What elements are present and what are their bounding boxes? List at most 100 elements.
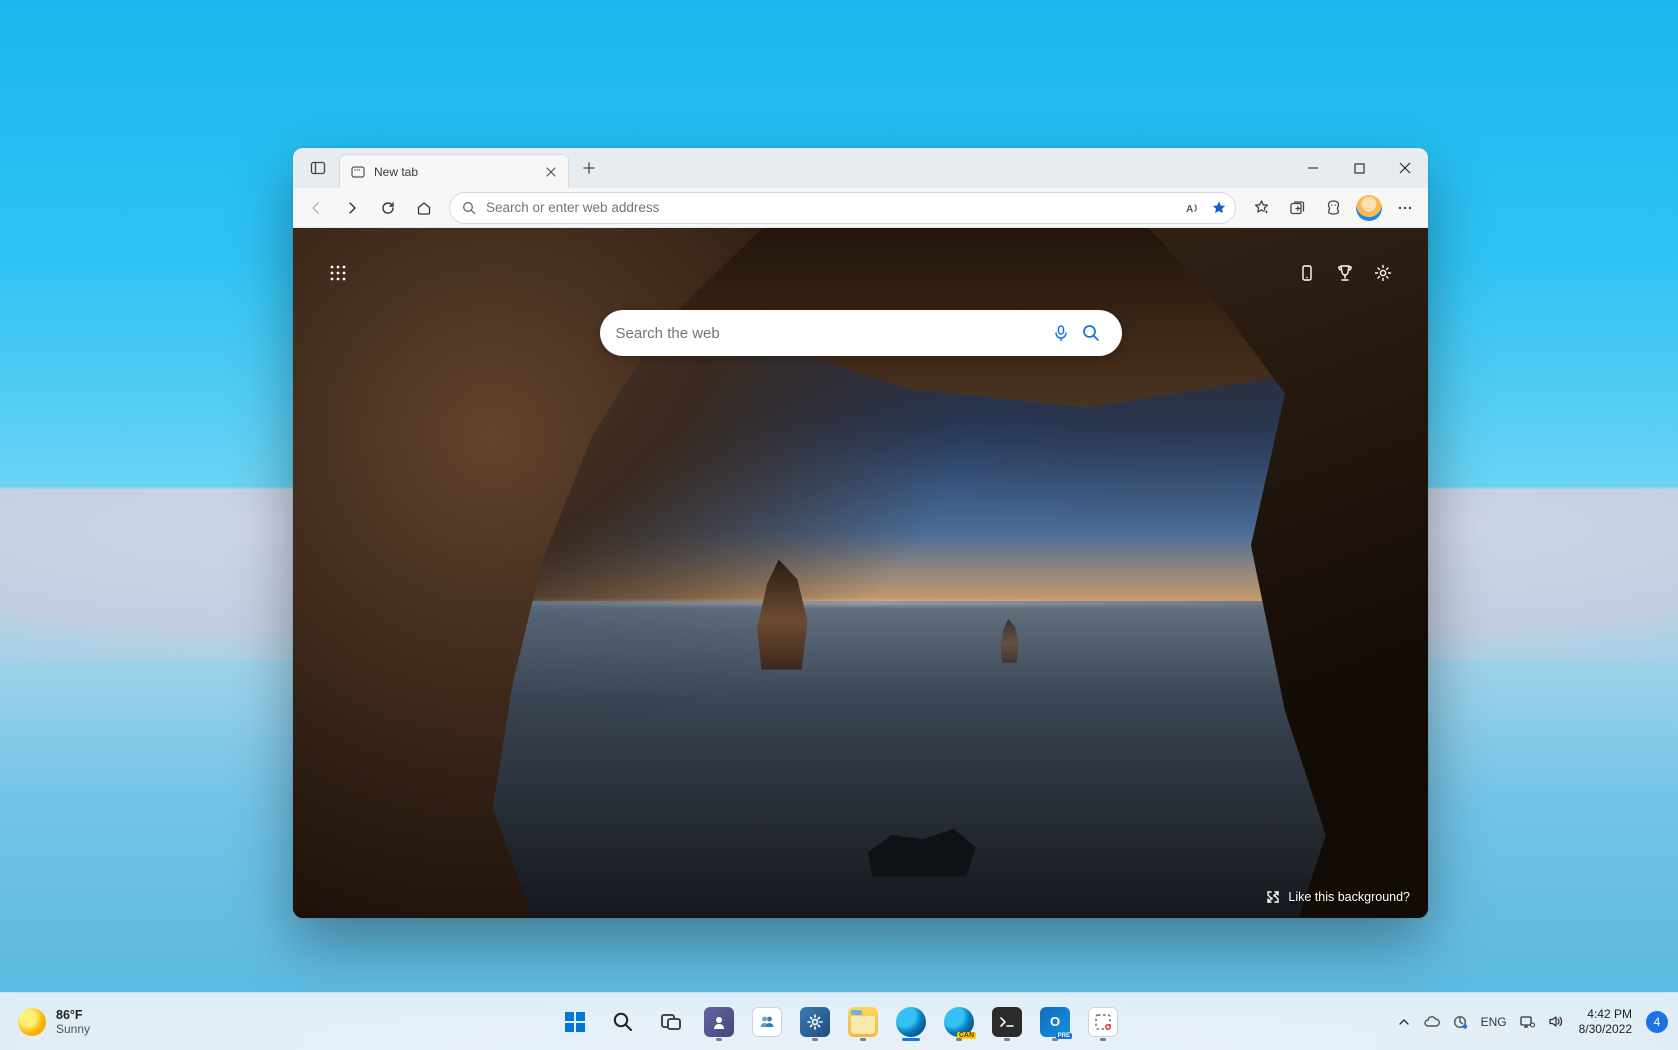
- collections-button[interactable]: [1280, 192, 1314, 224]
- taskbar-app-chat[interactable]: [746, 1001, 788, 1043]
- close-window-button[interactable]: [1382, 148, 1428, 188]
- taskbar-app-snipping-tool[interactable]: [1082, 1001, 1124, 1043]
- rewards-button[interactable]: [1326, 254, 1364, 292]
- like-background-button[interactable]: Like this background?: [1266, 890, 1410, 904]
- maximize-icon: [1354, 163, 1365, 174]
- terminal-icon: [992, 1007, 1022, 1037]
- edge-browser-window: New tab A: [293, 148, 1428, 918]
- new-tab-button[interactable]: [573, 152, 605, 184]
- read-aloud-icon: A: [1185, 200, 1201, 216]
- page-settings-button[interactable]: [1364, 254, 1402, 292]
- taskbar-center: CAN OPRE: [554, 1001, 1124, 1043]
- browser-toolbar: A: [293, 188, 1428, 228]
- mobile-icon: [1298, 264, 1316, 282]
- gear-icon: [1373, 263, 1393, 283]
- mobile-button[interactable]: [1288, 254, 1326, 292]
- svg-text:A: A: [1186, 204, 1193, 215]
- read-aloud-button[interactable]: A: [1185, 200, 1201, 216]
- task-view-button[interactable]: [650, 1001, 692, 1043]
- weather-temperature: 86°F: [56, 1008, 90, 1022]
- star-plus-icon: [1253, 199, 1270, 216]
- browser-tab[interactable]: New tab: [339, 154, 569, 188]
- minimize-icon: [1307, 162, 1319, 174]
- new-tab-page: Like this background?: [293, 228, 1428, 918]
- tab-actions-icon: [310, 160, 326, 176]
- clock-date: 8/30/2022: [1579, 1022, 1632, 1036]
- search-button[interactable]: [602, 1001, 644, 1043]
- tab-favicon-icon: [350, 164, 366, 180]
- back-button: [299, 192, 333, 224]
- refresh-button[interactable]: [371, 192, 405, 224]
- start-button[interactable]: [554, 1001, 596, 1043]
- network-icon: [1519, 1013, 1536, 1030]
- window-controls: [1290, 148, 1428, 188]
- notification-center-button[interactable]: 4: [1646, 1011, 1668, 1033]
- browser-essentials-button[interactable]: [1316, 192, 1350, 224]
- app-launcher-button[interactable]: [319, 254, 357, 292]
- plus-icon: [582, 161, 596, 175]
- ntp-search-box[interactable]: [600, 310, 1122, 356]
- browser-essentials-icon: [1325, 199, 1342, 216]
- search-submit-button[interactable]: [1076, 323, 1106, 343]
- favorites-button[interactable]: [1244, 192, 1278, 224]
- chat-icon: [752, 1007, 782, 1037]
- ntp-topbar: [319, 254, 1402, 292]
- close-icon: [1399, 162, 1411, 174]
- taskbar-app-teams[interactable]: [698, 1001, 740, 1043]
- weather-condition: Sunny: [56, 1022, 90, 1036]
- tray-volume[interactable]: [1543, 1001, 1569, 1043]
- language-indicator[interactable]: ENG: [1475, 1015, 1513, 1029]
- ntp-search-input[interactable]: [616, 325, 1046, 342]
- tab-close-button[interactable]: [542, 163, 560, 181]
- rewards-icon: [1335, 263, 1355, 283]
- more-horizontal-icon: [1397, 200, 1413, 216]
- settings-icon: [800, 1007, 830, 1037]
- system-tray: ENG 4:42 PM 8/30/2022 4: [1391, 1001, 1678, 1043]
- tray-overflow-button[interactable]: [1391, 1001, 1417, 1043]
- tab-title: New tab: [374, 165, 542, 179]
- tray-network[interactable]: [1515, 1001, 1541, 1043]
- taskbar-app-explorer[interactable]: [842, 1001, 884, 1043]
- favorite-button[interactable]: [1211, 200, 1227, 216]
- edge-icon: [896, 1007, 926, 1037]
- update-icon: [1452, 1014, 1468, 1030]
- star-filled-icon: [1211, 200, 1227, 216]
- collections-icon: [1289, 200, 1305, 216]
- back-icon: [308, 200, 324, 216]
- tray-onedrive[interactable]: [1419, 1001, 1445, 1043]
- profile-avatar[interactable]: [1356, 195, 1382, 221]
- grid-icon: [329, 264, 347, 282]
- taskbar-weather-widget[interactable]: 86°F Sunny: [0, 1008, 90, 1036]
- taskbar-app-outlook[interactable]: OPRE: [1034, 1001, 1076, 1043]
- taskbar-app-terminal[interactable]: [986, 1001, 1028, 1043]
- forward-icon: [344, 200, 360, 216]
- search-icon: [462, 201, 476, 215]
- edge-canary-icon: CAN: [944, 1007, 974, 1037]
- titlebar[interactable]: New tab: [293, 148, 1428, 188]
- volume-icon: [1547, 1013, 1564, 1030]
- taskbar-app-edge[interactable]: [890, 1001, 932, 1043]
- teams-icon: [704, 1007, 734, 1037]
- minimize-button[interactable]: [1290, 148, 1336, 188]
- chevron-up-icon: [1398, 1016, 1410, 1028]
- home-button[interactable]: [407, 192, 441, 224]
- search-icon: [1081, 323, 1101, 343]
- clock-time: 4:42 PM: [1579, 1007, 1632, 1021]
- forward-button[interactable]: [335, 192, 369, 224]
- address-bar[interactable]: A: [449, 192, 1236, 224]
- file-explorer-icon: [848, 1007, 878, 1037]
- taskbar-clock[interactable]: 4:42 PM 8/30/2022: [1571, 1007, 1640, 1036]
- taskbar-app-settings[interactable]: [794, 1001, 836, 1043]
- sun-icon: [18, 1008, 46, 1036]
- taskbar[interactable]: 86°F Sunny: [0, 992, 1678, 1050]
- address-input[interactable]: [486, 200, 1185, 215]
- snipping-tool-icon: [1088, 1007, 1118, 1037]
- expand-icon: [1266, 890, 1280, 904]
- maximize-button[interactable]: [1336, 148, 1382, 188]
- settings-menu-button[interactable]: [1388, 192, 1422, 224]
- voice-search-button[interactable]: [1046, 324, 1076, 342]
- task-view-icon: [659, 1010, 683, 1034]
- taskbar-app-edge-canary[interactable]: CAN: [938, 1001, 980, 1043]
- tab-actions-button[interactable]: [301, 153, 335, 183]
- tray-windows-update[interactable]: [1447, 1001, 1473, 1043]
